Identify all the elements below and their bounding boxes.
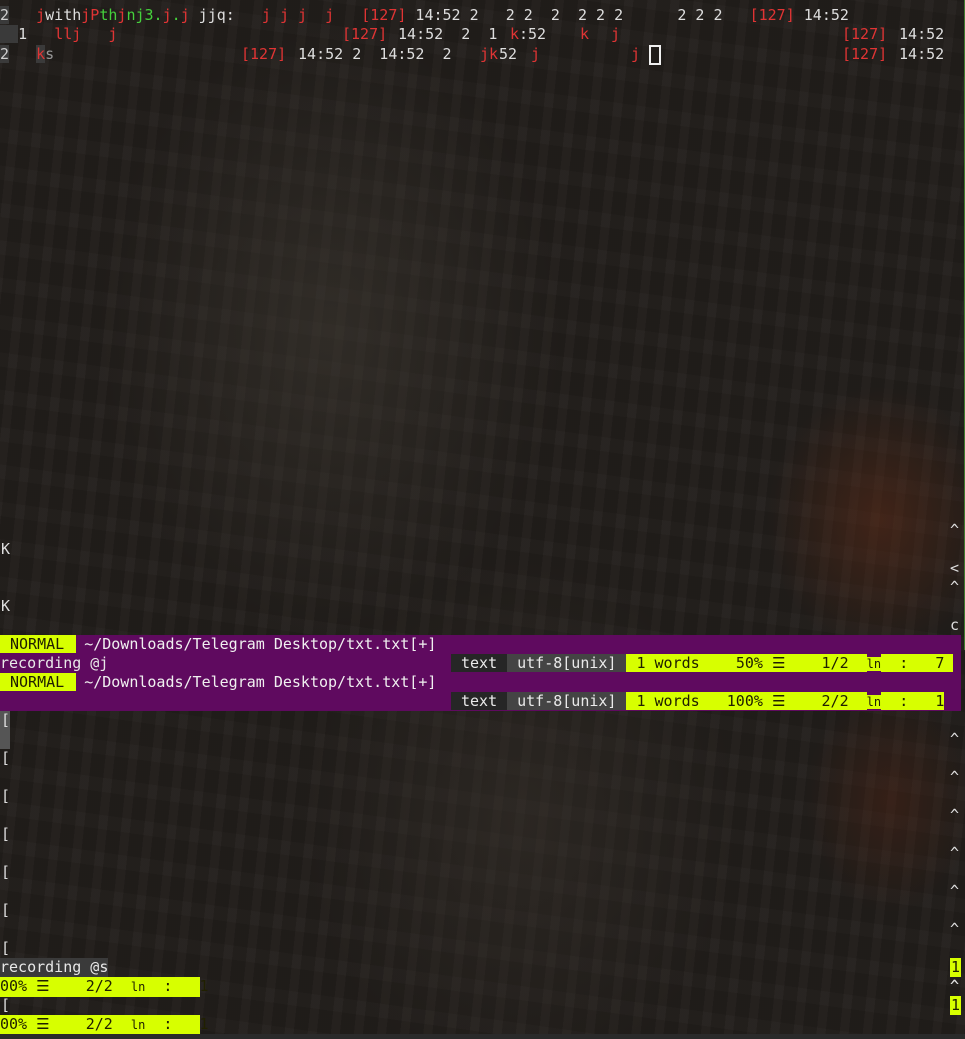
buffer-line[interactable]: [ [1, 901, 10, 920]
file-path: ~/Downloads/Telegram Desktop/txt.txt[+] [84, 635, 437, 653]
buffer-line[interactable]: [ [1, 787, 10, 806]
right-marker: < [950, 559, 960, 577]
menu-icon: ☰ [36, 977, 50, 995]
right-marker: ^ [950, 578, 960, 596]
line-position: 2/2 [821, 692, 849, 710]
scroll-percent: 50% [735, 654, 763, 672]
right-marker: ^ [950, 768, 960, 786]
statusline-right: text utf-8[unix] 1 words 100% ☰ 2/2 ln : 1 [451, 692, 945, 712]
line-number: 2 [0, 45, 10, 63]
buffer-line[interactable]: [ [1, 749, 10, 768]
buffer-line-3[interactable]: 2 ks [0, 45, 54, 64]
desktop-wallpaper [0, 0, 965, 1039]
menu-icon: ☰ [36, 1015, 50, 1033]
ln-label: ln [866, 657, 882, 671]
right-marker: c [950, 616, 960, 634]
right-marker: ^ [950, 977, 960, 995]
line-position: 1/2 [821, 654, 849, 672]
filetype: text [451, 692, 508, 710]
tmux-status-strip [0, 1034, 965, 1039]
text-cursor [649, 45, 661, 67]
file-path: ~/Downloads/Telegram Desktop/txt.txt[+] [84, 673, 437, 691]
mark-k: K [1, 540, 11, 558]
statusline-mode: NORMAL ~/Downloads/Telegram Desktop/txt.t… [0, 673, 961, 692]
column-number: 7 [935, 654, 945, 672]
right-marker: ^ [950, 844, 960, 862]
column-number: 1 [199, 1015, 209, 1033]
line-position: 2/2 [85, 1015, 113, 1033]
right-count: 1 [950, 996, 961, 1015]
buffer-line[interactable]: [ [1, 825, 10, 844]
line-number: 2 [0, 6, 10, 24]
buffer-line-2[interactable]: 1 llj j [0, 25, 117, 44]
menu-icon: ☰ [771, 692, 786, 710]
buffer-line[interactable]: [ [1, 939, 10, 958]
statusline-right: text utf-8[unix] 1 words 50% ☰ 1/2 ln : 7 [451, 654, 954, 674]
encoding: utf-8[unix] [507, 692, 627, 710]
line-number: 1 [18, 25, 28, 43]
recording-indicator: recording @j [0, 654, 109, 672]
mini-statusline: 00% ☰ 2/2 ln : 1 [0, 977, 209, 997]
word-count: 1 words [626, 654, 700, 672]
column-number: 1 [935, 692, 945, 710]
filetype: text [451, 654, 508, 672]
buffer-line[interactable]: [ [1, 996, 10, 1015]
ln-label: ln [866, 695, 882, 709]
right-marker: ^ [950, 730, 960, 748]
scroll-percent: 00% [0, 977, 28, 995]
scroll-percent: 00% [0, 1015, 28, 1033]
mark-k: K [1, 597, 11, 615]
right-marker: ^ [950, 920, 960, 938]
mini-statusline: 00% ☰ 2/2 ln : 1 [0, 1015, 209, 1035]
buffer-line[interactable]: [ [1, 863, 10, 882]
column-number: 1 [199, 977, 209, 995]
statusline-mode: NORMAL ~/Downloads/Telegram Desktop/txt.t… [0, 635, 961, 654]
scroll-percent: 100% [726, 692, 763, 710]
recording-indicator: recording @s [0, 958, 109, 977]
line-position: 2/2 [85, 977, 113, 995]
right-marker: ^ [950, 882, 960, 900]
mode-indicator: NORMAL [0, 635, 77, 653]
menu-icon: ☰ [771, 654, 786, 672]
word-count: 1 words [626, 692, 700, 710]
right-marker: ^ [950, 806, 960, 824]
mode-indicator: NORMAL [0, 673, 77, 691]
right-count: 1 [950, 958, 961, 977]
buffer-line-1[interactable]: 2 jwithjPthjnj3.j.j jjq: j j j j [127] 1… [0, 6, 849, 25]
right-marker: ^ [950, 521, 960, 539]
encoding: utf-8[unix] [507, 654, 627, 672]
buffer-line[interactable]: [ [1, 711, 10, 730]
